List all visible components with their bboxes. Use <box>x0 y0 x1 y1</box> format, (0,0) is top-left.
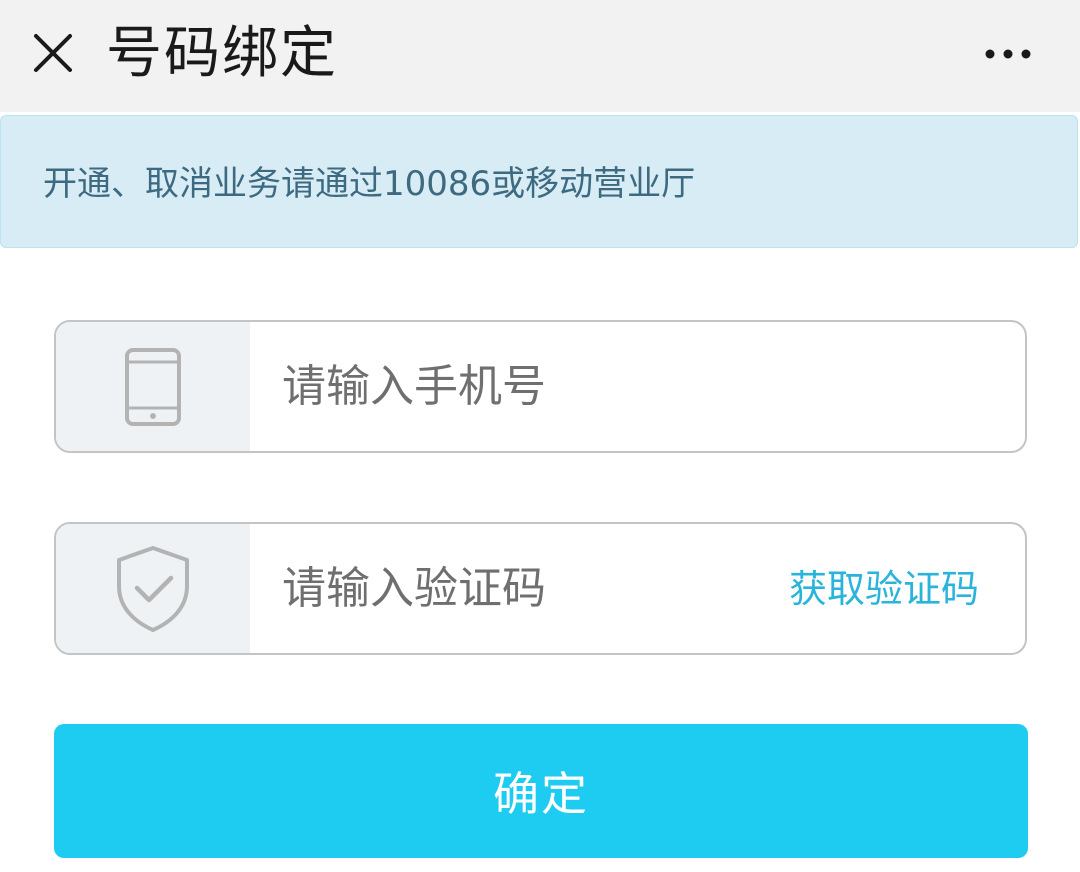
more-icon <box>985 49 1031 59</box>
top-bar: 号码绑定 <box>0 0 1080 112</box>
notice-banner: 开通、取消业务请通过10086或移动营业厅 <box>0 115 1078 248</box>
page-title: 号码绑定 <box>106 21 338 86</box>
phone-input[interactable] <box>282 350 982 422</box>
confirm-button[interactable]: 确定 <box>54 724 1028 858</box>
code-field: 获取验证码 <box>54 522 1027 655</box>
close-button[interactable] <box>22 22 84 84</box>
get-code-button[interactable]: 获取验证码 <box>789 564 979 614</box>
notice-text: 开通、取消业务请通过10086或移动营业厅 <box>43 164 696 204</box>
close-icon <box>34 34 72 72</box>
verification-code-input[interactable] <box>282 552 742 624</box>
phone-icon-box <box>56 322 250 451</box>
more-button[interactable] <box>976 30 1040 78</box>
phone-icon <box>125 347 181 426</box>
shield-check-icon <box>117 545 189 632</box>
phone-field <box>54 320 1027 453</box>
shield-icon-box <box>56 524 250 653</box>
